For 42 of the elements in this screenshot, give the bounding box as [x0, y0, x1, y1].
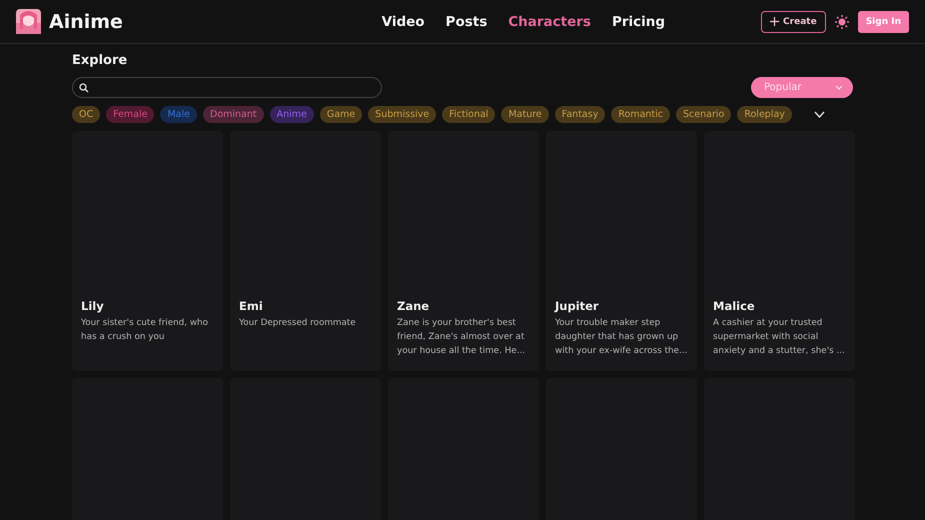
tag-chip[interactable]: Submissive — [368, 106, 436, 123]
tag-chip[interactable]: Fantasy — [554, 106, 606, 123]
tag-chip[interactable]: Female — [106, 106, 154, 123]
character-description: Your sister's cute friend, who has a crush on you — [81, 317, 210, 344]
character-description: Your Depressed roommate — [239, 317, 357, 330]
search-icon — [79, 82, 89, 92]
character-name: Zane — [397, 299, 430, 313]
tag-chip[interactable]: OC — [72, 106, 100, 123]
tag-chip[interactable]: Fictional — [442, 106, 496, 123]
character-card[interactable]: Jupiter Your trouble maker step daughter that has grown up with your ex-wife across the... — [546, 131, 697, 371]
search-field[interactable] — [72, 77, 382, 98]
character-description: Zane is your brother's best friend, Zane's almost over at your house all the time. He... — [397, 317, 526, 358]
tag-chip[interactable]: Dominant — [203, 106, 264, 123]
tag-chip[interactable]: Game — [320, 106, 362, 123]
nav-link[interactable]: Posts — [446, 14, 488, 30]
tag-chip[interactable]: Anime — [270, 106, 314, 123]
tag-chip[interactable]: Mature — [501, 106, 549, 123]
character-card[interactable]: Zane Zane is your brother's best friend, Zane's almost over at your house all the time. He... — [388, 131, 539, 371]
character-name: Lily — [81, 299, 105, 313]
section-title: Explore — [72, 53, 128, 68]
chevron-down-icon — [835, 85, 843, 90]
plus-icon — [770, 17, 780, 26]
character-description: A cashier at your trusted supermarket with social anxiety and a stutter, she's ... — [713, 317, 846, 358]
character-description: Your trouble maker step daughter that has grown up with your ex-wife across the... — [555, 317, 688, 358]
character-name: Malice — [713, 299, 756, 313]
character-card[interactable]: Lily Your sister's cute friend, who has a crush on you — [72, 131, 223, 371]
sun-icon[interactable] — [834, 14, 850, 30]
tag-chip[interactable]: Male — [160, 106, 197, 123]
sign-in-button[interactable]: Sign In — [858, 10, 909, 32]
tag-chip[interactable]: Scenario — [676, 106, 732, 123]
nav-link[interactable]: Pricing — [612, 14, 666, 30]
create-button[interactable]: Create — [761, 10, 826, 32]
tag-chip[interactable]: Roleplay — [737, 106, 792, 123]
tag-chip[interactable]: Romantic — [611, 106, 670, 123]
character-card[interactable]: Malice A cashier at your trusted supermarket with social anxiety and a stutter, she's ... — [704, 131, 855, 371]
chevron-down-icon[interactable] — [814, 111, 825, 118]
character-name: Emi — [239, 299, 264, 313]
nav-link[interactable]: Characters — [508, 14, 591, 30]
character-name: Jupiter — [555, 299, 600, 313]
character-card[interactable]: Emi Your Depressed roommate — [230, 131, 381, 371]
nav-link[interactable]: Video — [382, 14, 425, 30]
brand-name: Ainime — [49, 10, 123, 32]
